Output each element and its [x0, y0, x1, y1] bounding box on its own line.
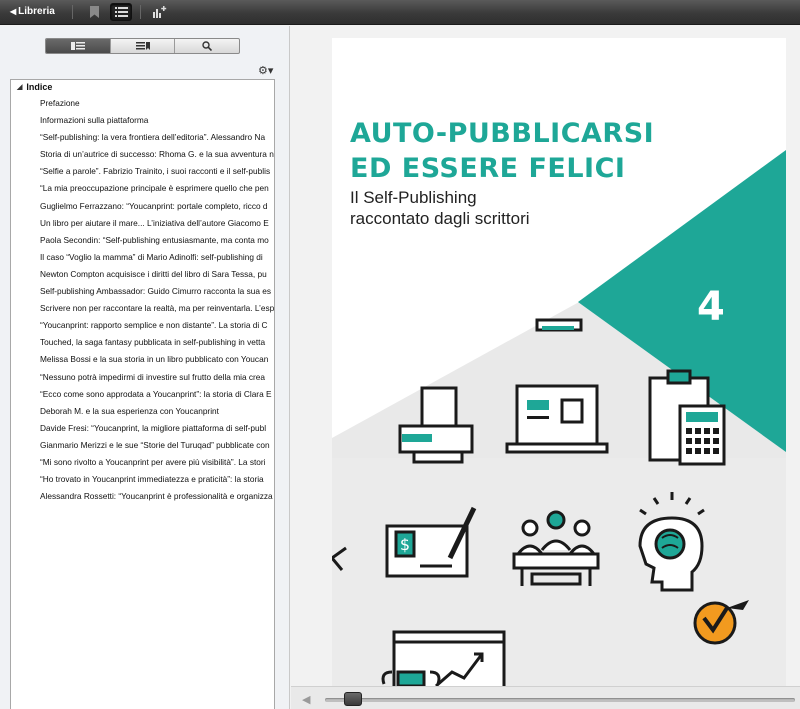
gear-icon[interactable]: ⚙▾ [258, 64, 273, 77]
scrubber-track[interactable] [325, 698, 795, 702]
toc-item[interactable]: “Ho trovato in Youcanprint immediatezza … [40, 472, 274, 489]
toolbar-divider [140, 5, 141, 19]
toc-item[interactable]: “Self-publishing: la vera frontiera dell… [40, 130, 274, 147]
book-cover-page[interactable]: $ AUTO-PUBBLICARSI ED ESSERE FELICI Il S… [332, 38, 786, 702]
toc-item[interactable]: Gianmario Merizzi e le sue “Storie del T… [40, 438, 274, 455]
toolbar-divider [72, 5, 73, 19]
cover-title-line1: AUTO-PUBBLICARSI [350, 118, 655, 149]
cover-subtitle-line2: raccontato dagli scrittori [350, 209, 530, 228]
back-arrow-icon: ◀ [10, 7, 17, 16]
id-screen-icon [505, 384, 609, 454]
toc-item[interactable]: Informazioni sulla piattaforma [40, 113, 274, 130]
toc-item[interactable]: Prefazione [40, 96, 274, 113]
toc-item[interactable]: “Youcanprint: rapporto semplice e non di… [40, 318, 274, 335]
toc-item[interactable]: “Selfie a parole”. Fabrizio Trainito, i … [40, 164, 274, 181]
toc-header-label: Indice [26, 82, 53, 92]
toc-item[interactable]: “Ecco come sono approdata a Youcanprint”… [40, 387, 274, 404]
page-scrubber: ◀ [291, 686, 800, 709]
sidebar-segmented-control [45, 38, 240, 54]
cover-subtitle-line1: Il Self-Publishing [350, 188, 477, 207]
sidebar: ⚙▾ ◢ Indice Prefazione Informazioni sull… [0, 26, 290, 709]
toc-item[interactable]: Scrivere non per raccontare la realtà, m… [40, 301, 274, 318]
toc-item[interactable]: Paola Secondin: “Self-publishing entusia… [40, 233, 274, 250]
reader-area: $ AUTO-PUBBLICARSI ED ESSERE FELICI Il S… [291, 26, 800, 709]
toc-item[interactable]: “Nessuno potrà impedirmi di investire su… [40, 370, 274, 387]
toc-item[interactable]: Deborah M. e la sua esperienza con Youca… [40, 404, 274, 421]
toc-item[interactable]: Melissa Bossi e la sua storia in un libr… [40, 352, 274, 369]
search-tab-icon[interactable] [175, 39, 239, 53]
toc-item[interactable]: Newton Compton acquisisce i diritti del … [40, 267, 274, 284]
list-view-icon[interactable] [110, 3, 132, 21]
toc-item[interactable]: Guglielmo Ferrazzano: “Youcanprint: port… [40, 199, 274, 216]
cover-title-line2: ED ESSERE FELICI [350, 153, 626, 184]
toc-item[interactable]: Alessandra Rossetti: “Youcanprint è prof… [40, 489, 274, 506]
library-back-button[interactable]: ◀ Libreria [6, 4, 61, 20]
svg-text:$: $ [400, 535, 410, 554]
volume-number: 4 [697, 284, 725, 330]
toc-item[interactable]: Davide Fresi: “Youcanprint, la migliore … [40, 421, 274, 438]
previous-page-arrow-icon[interactable]: ◀ [302, 693, 310, 706]
toc-item[interactable]: Storia di un’autrice di successo: Rhoma … [40, 147, 274, 164]
toc-list: Prefazione Informazioni sulla piattaform… [40, 96, 274, 506]
toc-panel: ◢ Indice Prefazione Informazioni sulla p… [10, 79, 275, 709]
toc-item[interactable]: Un libro per aiutare il mare... L’inizia… [40, 216, 274, 233]
toc-tab-icon[interactable] [46, 39, 111, 53]
toc-item[interactable]: Self-publishing Ambassador: Guido Cimurr… [40, 284, 274, 301]
laptop-icon [535, 318, 583, 332]
scrubber-thumb[interactable] [343, 692, 362, 706]
top-toolbar: ◀ Libreria [0, 0, 800, 25]
toc-item[interactable]: Touched, la saga fantasy pubblicata in s… [40, 335, 274, 352]
chart-add-icon[interactable] [152, 3, 168, 21]
toc-header[interactable]: ◢ Indice [17, 82, 52, 92]
bookmarks-tab-icon[interactable] [111, 39, 176, 53]
toc-item[interactable]: “Mi sono rivolto a Youcanprint per avere… [40, 455, 274, 472]
toc-item[interactable]: Il caso “Voglio la mamma” di Mario Adino… [40, 250, 274, 267]
library-back-label: Libreria [18, 6, 55, 17]
expand-triangle-icon[interactable]: ◢ [17, 83, 22, 91]
bookmark-icon[interactable] [86, 3, 102, 21]
toc-item[interactable]: “La mia preoccupazione principale è espr… [40, 181, 274, 198]
